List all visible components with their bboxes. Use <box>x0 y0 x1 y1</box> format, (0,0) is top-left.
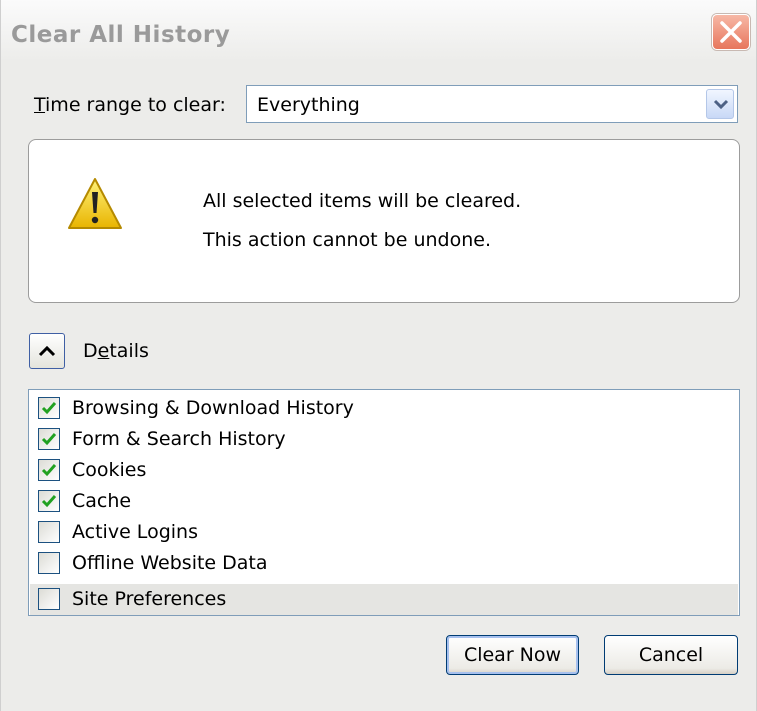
item-label: Browsing & Download History <box>72 397 354 419</box>
item-label: Offline Website Data <box>72 552 268 574</box>
history-items-list[interactable]: Browsing & Download History Form & Searc… <box>28 389 740 616</box>
dropdown-button[interactable] <box>706 89 734 119</box>
chevron-down-icon <box>713 99 729 110</box>
item-label: Form & Search History <box>72 428 286 450</box>
checkbox[interactable] <box>38 428 60 450</box>
warning-text-line1: All selected items will be cleared. <box>203 190 522 212</box>
checkbox[interactable] <box>38 521 60 543</box>
checkmark-icon <box>41 433 57 446</box>
checkmark-icon <box>41 464 57 477</box>
close-button[interactable] <box>712 14 750 50</box>
chevron-up-icon <box>38 345 56 357</box>
checkbox[interactable] <box>38 552 60 574</box>
checkmark-icon <box>41 495 57 508</box>
list-item-offline-website-data[interactable]: Offline Website Data <box>30 548 738 579</box>
list-item-browsing-history[interactable]: Browsing & Download History <box>30 393 738 424</box>
checkbox[interactable] <box>38 459 60 481</box>
dialog-title: Clear All History <box>11 22 231 48</box>
list-item-form-search-history[interactable]: Form & Search History <box>30 424 738 455</box>
details-toggle-button[interactable] <box>29 333 65 369</box>
title-bar: Clear All History <box>1 0 756 62</box>
checkmark-icon <box>41 402 57 415</box>
details-label: Details <box>83 340 149 362</box>
close-icon <box>720 21 742 43</box>
warning-text-line2: This action cannot be undone. <box>203 229 492 251</box>
item-label: Active Logins <box>72 521 198 543</box>
clear-history-dialog: Clear All History Time range to clear: E… <box>0 0 757 711</box>
time-range-value: Everything <box>257 94 360 116</box>
checkbox[interactable] <box>38 490 60 512</box>
clear-now-button[interactable]: Clear Now <box>446 635 579 675</box>
list-item-site-preferences[interactable]: Site Preferences <box>30 584 738 615</box>
time-range-select[interactable]: Everything <box>246 85 738 123</box>
checkbox[interactable] <box>38 397 60 419</box>
time-range-label: Time range to clear: <box>34 94 226 116</box>
list-item-cookies[interactable]: Cookies <box>30 455 738 486</box>
checkbox[interactable] <box>38 588 60 610</box>
item-label: Cookies <box>72 459 147 481</box>
warning-icon <box>68 178 122 229</box>
list-item-active-logins[interactable]: Active Logins <box>30 517 738 548</box>
list-item-cache[interactable]: Cache <box>30 486 738 517</box>
item-label: Cache <box>72 490 132 512</box>
item-label: Site Preferences <box>72 588 227 610</box>
warning-panel: All selected items will be cleared. This… <box>28 139 740 303</box>
cancel-button[interactable]: Cancel <box>604 635 738 675</box>
